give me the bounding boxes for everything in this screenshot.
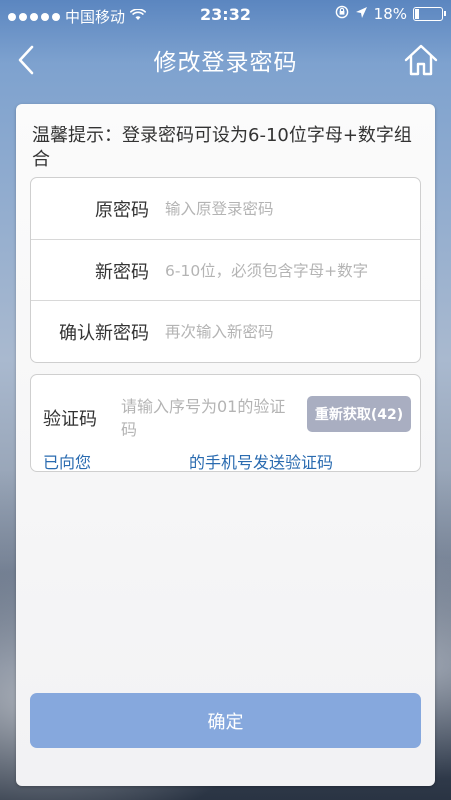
old-password-input[interactable]: [165, 199, 415, 218]
new-password-input[interactable]: [165, 261, 415, 280]
password-form: 原密码 新密码 确认新密码: [30, 177, 421, 363]
rotation-lock-icon: [335, 5, 349, 23]
confirm-button[interactable]: 确定: [30, 693, 421, 748]
status-right: 18%: [335, 5, 446, 23]
sms-sent-suffix: 的手机号发送验证码: [189, 453, 334, 472]
verification-code-input[interactable]: [121, 395, 299, 441]
masked-phone-number: [91, 455, 190, 471]
old-password-row: 原密码: [31, 178, 420, 239]
verification-code-label: 验证码: [43, 409, 97, 430]
sms-sent-notice: 已向您 的手机号发送验证码: [43, 449, 334, 472]
form-card: 温馨提示：登录密码可设为6-10位字母+数字组合 原密码 新密码 确认新密码 验…: [16, 104, 435, 786]
confirm-password-input[interactable]: [165, 322, 415, 341]
confirm-password-label: 确认新密码: [59, 322, 149, 344]
battery-percent: 18%: [373, 5, 407, 23]
verification-box: 验证码 重新获取(42) 已向您 的手机号发送验证码: [30, 374, 421, 472]
status-bar: 中国移动 23:32 18%: [0, 0, 451, 30]
old-password-label: 原密码: [95, 199, 149, 221]
nav-bar: 修改登录密码: [0, 30, 451, 90]
sms-sent-prefix: 已向您: [43, 453, 92, 472]
page-title: 修改登录密码: [153, 50, 298, 76]
new-password-label: 新密码: [95, 261, 149, 283]
battery-level: [415, 9, 420, 19]
location-arrow-icon: [355, 5, 368, 23]
hint-text: 温馨提示：登录密码可设为6-10位字母+数字组合: [32, 125, 412, 170]
battery-icon: [413, 7, 446, 21]
confirm-password-row: 确认新密码: [31, 300, 420, 362]
resend-code-button[interactable]: 重新获取(42): [307, 396, 411, 432]
home-icon[interactable]: [403, 42, 439, 78]
chevron-left-icon[interactable]: [12, 44, 42, 76]
new-password-row: 新密码: [31, 239, 420, 301]
